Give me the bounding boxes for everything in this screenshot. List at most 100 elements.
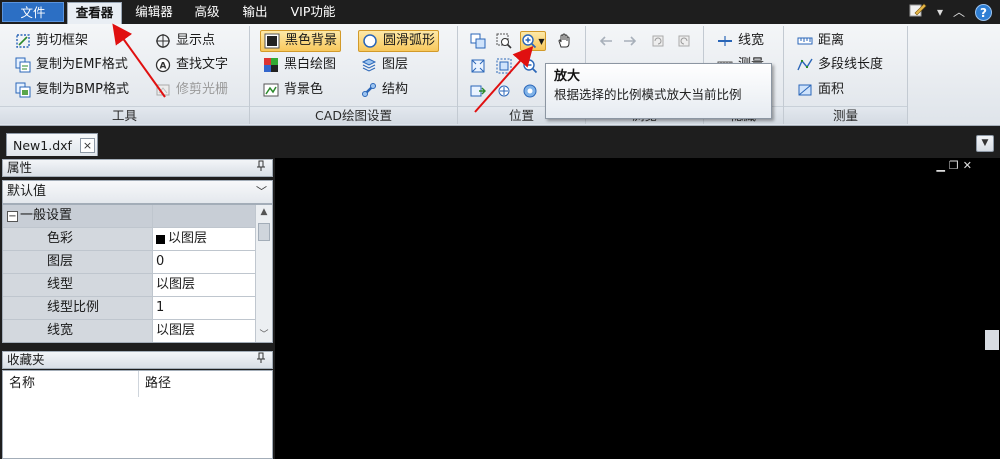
zoom-in-tooltip: 放大 根据选择的比例模式放大当前比例 xyxy=(545,63,772,119)
minimize-icon[interactable]: ▁ xyxy=(936,159,944,172)
copy-emf-icon xyxy=(15,57,31,73)
area-icon xyxy=(797,82,813,98)
dropdown-arrow-icon[interactable]: ▾ xyxy=(937,3,943,21)
pin-icon[interactable] xyxy=(256,352,266,369)
zoom-in-dropdown-button[interactable]: ▼ xyxy=(520,31,546,51)
polyline-length-button[interactable]: 多段线长度 xyxy=(794,54,886,76)
close-icon[interactable]: ✕ xyxy=(963,159,972,172)
canvas-scrollbar-thumb[interactable] xyxy=(985,330,999,350)
copy-emf-button[interactable]: 复制为EMF格式 xyxy=(12,54,131,76)
menu-file[interactable]: 文件 xyxy=(2,2,64,22)
column-path[interactable]: 路径 xyxy=(139,371,171,397)
copy-bmp-icon xyxy=(15,82,31,98)
find-text-icon: A xyxy=(155,57,171,73)
black-bg-button[interactable]: 黑色背景 xyxy=(260,30,342,52)
customize-icon[interactable] xyxy=(909,2,927,23)
scrollbar-thumb[interactable] xyxy=(258,223,270,241)
line-width-icon xyxy=(717,33,733,49)
zoom-out-icon[interactable] xyxy=(520,56,540,76)
chevron-down-icon: ﹀ xyxy=(256,185,267,198)
property-value: 以图层 xyxy=(153,274,256,296)
pin-icon[interactable] xyxy=(256,160,266,177)
zoom-window-icon[interactable] xyxy=(494,31,514,51)
property-category-general[interactable]: − 一般设置 xyxy=(3,205,256,228)
bw-drawing-icon xyxy=(263,57,279,73)
smooth-arc-icon xyxy=(362,33,378,49)
color-swatch xyxy=(156,234,165,244)
show-point-button[interactable]: 显示点 xyxy=(152,30,218,52)
properties-preset-select[interactable]: 默认值 ﹀ xyxy=(2,180,273,204)
preset-value: 默认值 xyxy=(7,184,47,199)
distance-icon xyxy=(797,33,813,49)
property-value: 0 xyxy=(153,251,256,273)
menu-tab-vip[interactable]: VIP功能 xyxy=(282,2,344,24)
bg-color-button[interactable]: 背景色 xyxy=(260,79,326,101)
rotate-left-icon[interactable] xyxy=(648,31,668,51)
property-key: 线型 xyxy=(3,274,153,296)
zoom-previous-icon[interactable] xyxy=(468,81,488,101)
menu-tab-output[interactable]: 输出 xyxy=(234,2,276,24)
layers-icon xyxy=(361,57,377,73)
structure-button[interactable]: 结构 xyxy=(358,79,411,101)
zoom-extents-icon[interactable] xyxy=(494,56,514,76)
pan-hand-icon[interactable] xyxy=(554,31,574,51)
group-measure: 距离 多段线长度 面积 测量 xyxy=(784,26,908,124)
layers-button[interactable]: 图层 xyxy=(358,54,411,76)
group-label-measure: 测量 xyxy=(784,106,907,124)
tooltip-title: 放大 xyxy=(554,69,581,84)
property-key: 色彩 xyxy=(3,228,153,250)
favorites-panel-header: 收藏夹 xyxy=(2,351,273,369)
category-label: 一般设置 xyxy=(20,208,73,223)
chevron-down-icon[interactable]: ▼ xyxy=(976,135,994,152)
crosshair-icon xyxy=(155,33,171,49)
document-tab-bar: New1.dxf × ▼ xyxy=(0,126,1000,158)
menu-tab-viewer[interactable]: 查看器 xyxy=(67,2,122,24)
arrow-left-icon[interactable] xyxy=(596,31,616,51)
distance-button[interactable]: 距离 xyxy=(794,30,847,52)
ribbon: 剪切框架 复制为EMF格式 复制为BMP格式 显示点 A 查找文字 修剪光栅 工… xyxy=(0,24,1000,126)
menu-tab-advanced[interactable]: 高级 xyxy=(186,2,228,24)
bw-drawing-button[interactable]: 黑白绘图 xyxy=(260,54,339,76)
tooltip-body: 根据选择的比例模式放大当前比例 xyxy=(554,87,742,102)
fit-extents-icon[interactable] xyxy=(468,56,488,76)
properties-panel-title: 属性 xyxy=(7,160,33,175)
property-scrollbar[interactable]: ▲ ﹀ xyxy=(255,205,272,342)
property-row-linetype[interactable]: 线型 以图层 xyxy=(3,274,256,297)
scroll-up-icon[interactable]: ▲ xyxy=(256,207,272,217)
favorites-list: 名称 路径 xyxy=(2,370,273,459)
zoom-dynamic-icon[interactable] xyxy=(520,81,540,101)
property-row-lineweight[interactable]: 线宽 以图层 xyxy=(3,320,256,342)
scroll-down-icon[interactable]: ﹀ xyxy=(256,327,272,340)
help-icon[interactable]: ? xyxy=(975,3,992,21)
doc-tab-label: New1.dxf xyxy=(13,137,72,153)
menubar-right-tools: ▾ ︿ ? xyxy=(909,3,992,21)
property-key: 线型比例 xyxy=(3,297,153,319)
canvas-scrollbar[interactable] xyxy=(983,168,1000,459)
trim-raster-button[interactable]: 修剪光栅 xyxy=(152,79,231,101)
drawing-canvas[interactable]: ▁ ❐ ✕ xyxy=(278,158,1000,459)
rotate-right-icon[interactable] xyxy=(674,31,694,51)
property-row-layer[interactable]: 图层 0 xyxy=(3,251,256,274)
doc-tab-new1[interactable]: New1.dxf × xyxy=(6,133,98,156)
zoom-realtime-icon[interactable] xyxy=(494,81,514,101)
property-row-color[interactable]: 色彩 以图层 xyxy=(3,228,256,251)
close-icon[interactable]: × xyxy=(79,137,95,153)
group-tools: 剪切框架 复制为EMF格式 复制为BMP格式 显示点 A 查找文字 修剪光栅 工… xyxy=(0,26,250,124)
find-text-button[interactable]: A 查找文字 xyxy=(152,54,231,76)
svg-text:A: A xyxy=(160,62,167,72)
cut-frame-button[interactable]: 剪切框架 xyxy=(12,30,91,52)
smooth-arc-button[interactable]: 圆滑弧形 xyxy=(358,30,440,52)
copy-bmp-button[interactable]: 复制为BMP格式 xyxy=(12,79,132,101)
zoom-in-icon xyxy=(522,34,537,49)
line-width-button[interactable]: 线宽 xyxy=(714,30,767,52)
pan-to-icon[interactable] xyxy=(468,31,488,51)
collapse-icon[interactable]: − xyxy=(7,211,18,222)
menu-tab-editor[interactable]: 编辑器 xyxy=(128,2,180,24)
area-button[interactable]: 面积 xyxy=(794,79,847,101)
arrow-right-icon[interactable] xyxy=(620,31,640,51)
property-row-linetype-scale[interactable]: 线型比例 1 xyxy=(3,297,256,320)
minimize-ribbon-icon[interactable]: ︿ xyxy=(953,3,965,21)
background-color-icon xyxy=(263,82,279,98)
restore-icon[interactable]: ❐ xyxy=(949,159,959,172)
column-name[interactable]: 名称 xyxy=(3,371,139,397)
